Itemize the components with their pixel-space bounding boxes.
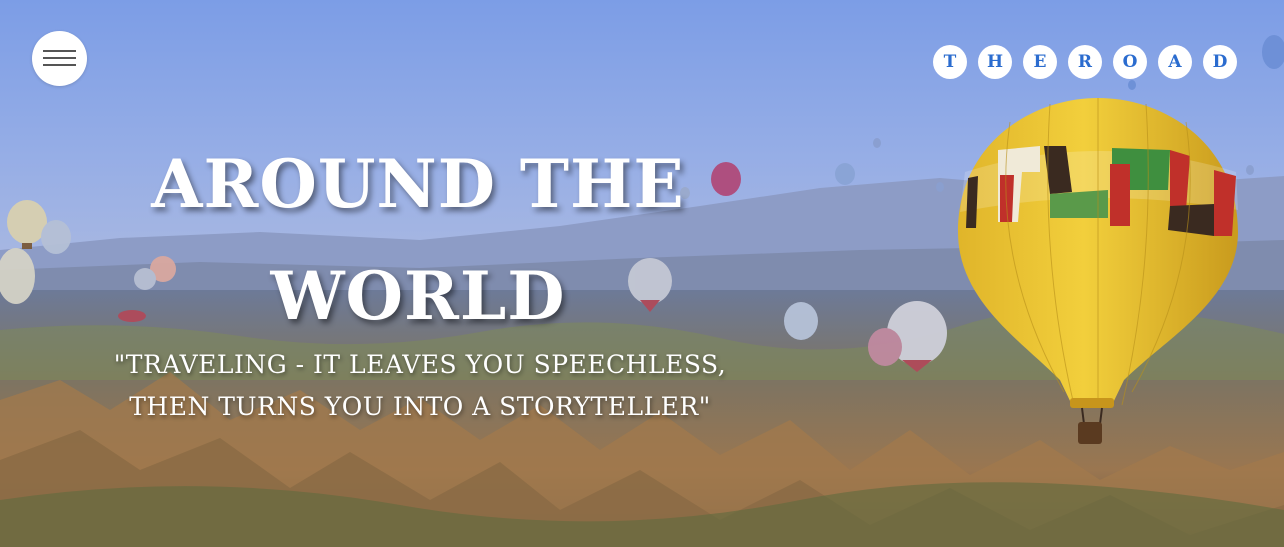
hero-title: AROUND THE WORLD <box>118 128 718 352</box>
logo-letter: O <box>1113 45 1147 79</box>
hero-quote: "TRAVELING - IT LEAVES YOU SPEECHLESS, T… <box>80 344 760 428</box>
hero-quote-line1: "TRAVELING - IT LEAVES YOU SPEECHLESS, <box>113 350 727 379</box>
hero-quote-line2: THEN TURNS YOU INTO A STORYTELLER" <box>129 392 711 421</box>
hamburger-icon-line <box>43 57 76 59</box>
hero-title-line1: AROUND THE <box>151 145 685 223</box>
hamburger-icon-line <box>43 64 76 66</box>
logo-letter: E <box>1023 45 1057 79</box>
logo-letter: H <box>978 45 1012 79</box>
logo-letter: T <box>933 45 967 79</box>
logo-letter: A <box>1158 45 1192 79</box>
menu-button[interactable] <box>32 31 87 86</box>
logo-letter: R <box>1068 45 1102 79</box>
hero-title-line2: WORLD <box>270 257 566 335</box>
site-logo[interactable]: T H E R O A D <box>933 45 1237 79</box>
logo-letter: D <box>1203 45 1237 79</box>
hamburger-icon <box>43 50 76 52</box>
hero-section: T H E R O A D AROUND THE WORLD "TRAVELIN… <box>0 0 1284 547</box>
